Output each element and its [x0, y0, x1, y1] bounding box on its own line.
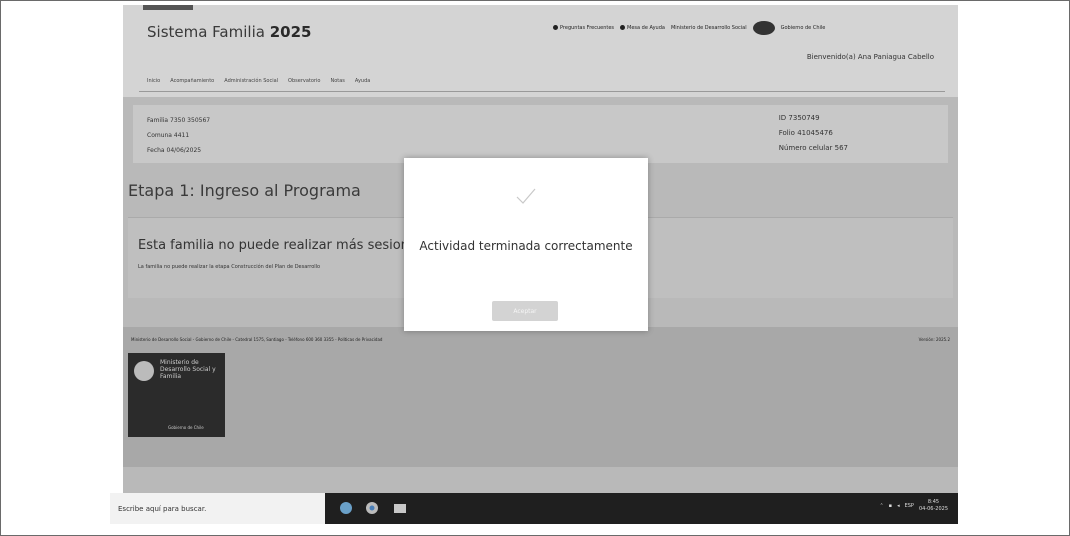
page-footer: Ministerio de Desarrollo Social - Gobier… [123, 327, 958, 467]
edge-icon[interactable] [339, 501, 353, 515]
family-folio: Folio 41045476 [778, 129, 833, 137]
taskbar-search-input[interactable]: Escribe aquí para buscar. [118, 505, 206, 513]
footer-version: Versión: 2025.2 [918, 337, 950, 342]
family-comuna: Comuna 4411 [147, 132, 190, 139]
footer-info: Ministerio de Desarrollo Social - Gobier… [131, 337, 383, 342]
family-date: Fecha 04/06/2025 [147, 147, 202, 154]
app-title: Sistema Familia 2025 [147, 23, 311, 41]
menu-item-inicio[interactable]: Inicio [147, 78, 160, 84]
stage-title: Etapa 1: Ingreso al Programa [128, 181, 361, 200]
menu-item-administracion[interactable]: Administración Social [224, 78, 278, 84]
chrome-icon[interactable] [365, 501, 379, 515]
welcome-user[interactable]: Bienvenido(a) Ana Paniagua Cabello [807, 53, 934, 61]
clock[interactable]: 8:45 04-06-2025 [919, 499, 948, 513]
question-icon [553, 25, 558, 30]
app-title-year: 2025 [269, 23, 312, 41]
language-indicator[interactable]: ESP [905, 503, 914, 509]
ministry-name: Ministerio de Desarrollo Social y Famili… [160, 359, 216, 380]
app-title-text: Sistema Familia [147, 23, 265, 41]
gov-link[interactable]: Gobierno de Chile [781, 25, 826, 31]
menu-item-acompanamiento[interactable]: Acompañamiento [170, 78, 214, 84]
clock-date: 04-06-2025 [918, 506, 948, 512]
modal-title: Actividad terminada correctamente [419, 239, 633, 253]
menu-item-notas[interactable]: Notas [330, 78, 344, 84]
family-id-right: ID 7350749 [778, 114, 820, 122]
success-modal: Actividad terminada correctamente Acepta… [404, 158, 648, 331]
gob-chile-link[interactable]: Gobierno de Chile [168, 425, 204, 430]
menu-item-observatorio[interactable]: Observatorio [288, 78, 320, 84]
check-icon [516, 188, 536, 204]
menu-divider [139, 91, 945, 92]
app-header: Sistema Familia 2025 Preguntas Frecuente… [123, 5, 958, 97]
family-id: Familia 7350 350567 [147, 117, 211, 124]
help-desk-link[interactable]: Mesa de Ayuda [620, 25, 665, 31]
network-icon[interactable]: ▪ [889, 503, 892, 509]
header-accent-bar [143, 5, 193, 10]
help-icon [620, 25, 626, 30]
family-info-left: Familia 7350 350567 Comuna 4411 Fecha 04… [147, 113, 210, 158]
clock-time: 8:45 [927, 499, 940, 505]
sub-message: La familia no puede realizar la etapa Co… [138, 264, 321, 270]
ministry-logo: Ministerio de Desarrollo Social y Famili… [128, 353, 225, 437]
family-info-right: ID 7350749 Folio 41045476 Número celular… [779, 111, 848, 156]
header-links: Preguntas Frecuentes Mesa de Ayuda Minis… [553, 21, 825, 35]
family-phone: Número celular 567 [778, 144, 848, 152]
accept-button[interactable]: Aceptar [492, 301, 558, 321]
speaker-icon[interactable]: ◂ [897, 503, 900, 509]
family-info-box: Familia 7350 350567 Comuna 4411 Fecha 04… [133, 105, 948, 163]
menu-item-ayuda[interactable]: Ayuda [355, 78, 370, 84]
chevron-up-icon[interactable]: ⌃ [879, 503, 883, 509]
taskbar: ⌃ ▪ ◂ ESP 8:45 04-06-2025 [325, 493, 958, 524]
file-explorer-icon[interactable] [393, 501, 407, 515]
gov-logo-icon [752, 21, 775, 35]
system-tray: ⌃ ▪ ◂ ESP 8:45 04-06-2025 [879, 499, 948, 513]
faq-link[interactable]: Preguntas Frecuentes [553, 25, 614, 31]
main-message: Esta familia no puede realizar más sesio… [138, 238, 409, 253]
main-menu: Inicio Acompañamiento Administración Soc… [147, 78, 370, 84]
ministry-link[interactable]: Ministerio de Desarrollo Social [671, 25, 747, 31]
ministry-emblem-icon [134, 361, 154, 381]
